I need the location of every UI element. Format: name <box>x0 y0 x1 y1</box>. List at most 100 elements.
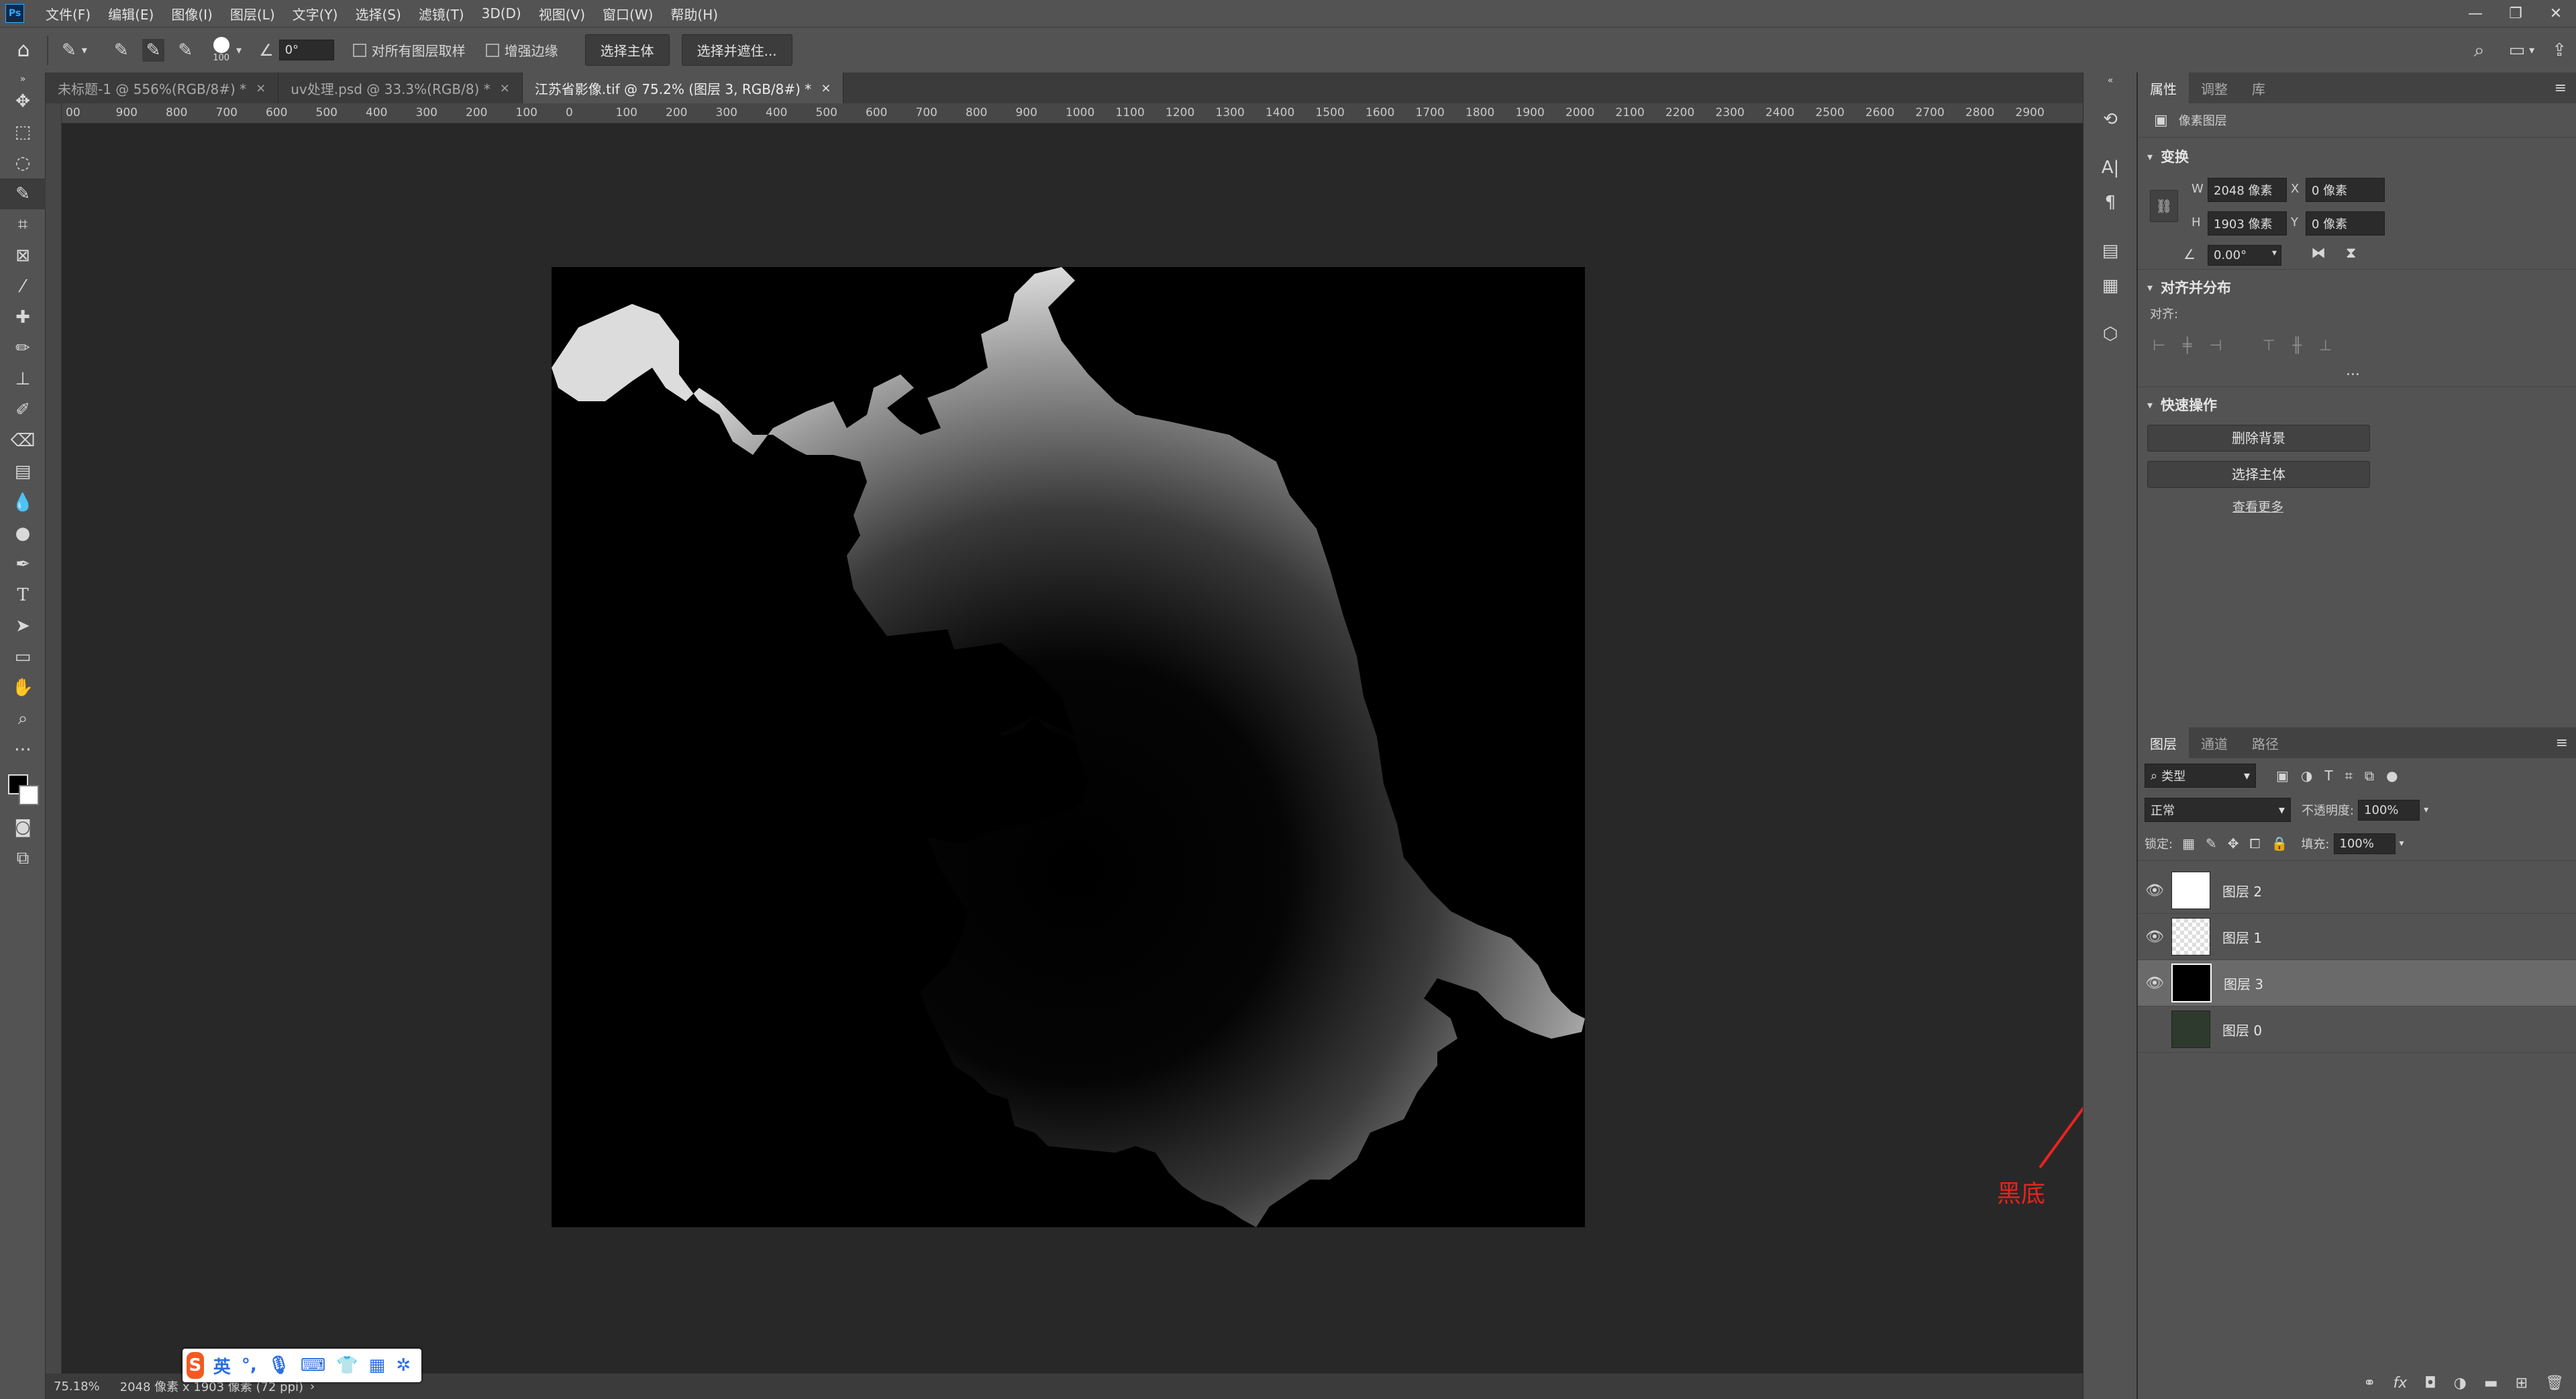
transform-header[interactable]: ▾ 变换 <box>2138 138 2576 175</box>
workspace-icon[interactable]: ▭ <box>2509 40 2526 60</box>
menu-image[interactable]: 图像(I) <box>171 4 213 23</box>
width-field[interactable]: 2048 像素 <box>2208 178 2287 202</box>
gradient-tool-icon[interactable]: ▤ <box>0 456 46 487</box>
tab-untitled[interactable]: 未标题-1 @ 556%(RGB/8#) * × <box>46 72 279 103</box>
horizontal-ruler[interactable]: 00 900 800 700 600 500 400 300 200 100 0 100 200 300 4… <box>62 103 2083 123</box>
skin-icon[interactable]: 👕 <box>336 1355 358 1376</box>
angle-field[interactable]: 0.00° <box>2208 245 2281 266</box>
color-swatches[interactable] <box>0 765 45 812</box>
lock-transparent-icon[interactable]: ▦ <box>2182 835 2195 851</box>
layer-name[interactable]: 图层 3 <box>2224 974 2263 993</box>
menu-3d[interactable]: 3D(D) <box>482 5 521 21</box>
filter-smart-object-icon[interactable]: ⧉ <box>2365 768 2374 784</box>
search-icon[interactable]: ⌕ <box>2474 39 2485 62</box>
adjustment-layer-icon[interactable]: ◑ <box>2454 1375 2467 1392</box>
tab-uv[interactable]: uv处理.psd @ 33.3%(RGB/8) * × <box>278 72 523 103</box>
menu-select[interactable]: 选择(S) <box>355 4 401 23</box>
quick-mask-icon[interactable]: ◙ <box>0 812 46 843</box>
photoshop-logo[interactable]: Ps <box>5 4 24 23</box>
history-icon[interactable]: ⟲ <box>2083 102 2137 137</box>
flip-vertical-icon[interactable]: ⧗ <box>2346 245 2356 262</box>
layer-row-3-selected[interactable]: 👁 图层 3 <box>2138 960 2576 1006</box>
add-selection-icon[interactable]: ✎ <box>142 38 165 62</box>
align-bottom-icon[interactable]: ⊥ <box>2319 338 2332 354</box>
marquee-tool-icon[interactable]: ⬚ <box>0 117 46 148</box>
brush-size-picker[interactable]: 100 <box>213 37 229 63</box>
filter-type-icon[interactable]: T <box>2324 768 2332 784</box>
menu-filter[interactable]: 滤镜(T) <box>419 4 464 23</box>
toolbox-icon[interactable]: ▦ <box>369 1355 386 1376</box>
link-icon[interactable]: ⛓ <box>2150 190 2178 222</box>
layer-name[interactable]: 图层 0 <box>2222 1020 2262 1039</box>
layer-name[interactable]: 图层 2 <box>2222 881 2262 900</box>
sogou-logo-icon[interactable]: S <box>187 1352 204 1379</box>
chevron-down-icon[interactable]: ▾ <box>2272 248 2277 258</box>
close-icon[interactable]: × <box>256 81 266 95</box>
blur-tool-icon[interactable]: 💧 <box>0 487 46 518</box>
close-icon[interactable]: × <box>500 81 510 95</box>
sample-all-layers-checkbox[interactable] <box>352 43 366 57</box>
filter-shape-icon[interactable]: ⌗ <box>2345 768 2353 784</box>
keyboard-icon[interactable]: ⌨ <box>301 1355 326 1376</box>
hand-tool-icon[interactable]: ✋ <box>0 672 46 703</box>
opacity-field[interactable]: 100% <box>2358 799 2420 821</box>
eyedropper-tool-icon[interactable]: ⁄ <box>0 271 46 302</box>
lock-all-icon[interactable]: 🔒 <box>2271 835 2288 851</box>
height-field[interactable]: 1903 像素 <box>2208 211 2287 236</box>
document-canvas[interactable] <box>552 267 1585 1227</box>
collapse-arrows-icon[interactable]: » <box>0 72 46 86</box>
tool-preset-icon[interactable]: ✎ <box>62 40 76 60</box>
paragraph-icon[interactable]: ¶ <box>2083 185 2137 220</box>
screen-mode-icon[interactable]: ⧉ <box>0 843 46 874</box>
ime-language[interactable]: 英 <box>213 1353 231 1378</box>
tab-libraries[interactable]: 库 <box>2240 72 2277 103</box>
notes-icon[interactable]: ▦ <box>2083 268 2137 303</box>
link-layers-icon[interactable]: ⚭ <box>2363 1375 2375 1392</box>
select-subject-panel-button[interactable]: 选择主体 <box>2147 461 2370 488</box>
close-window-icon[interactable]: ✕ <box>2536 5 2576 22</box>
lasso-tool-icon[interactable]: ◌ <box>0 148 46 178</box>
lock-position-icon[interactable]: ✥ <box>2228 835 2239 851</box>
menu-file[interactable]: 文件(F) <box>46 4 91 23</box>
quick-actions-header[interactable]: ▾ 快速操作 <box>2138 387 2576 422</box>
remove-background-button[interactable]: 删除背景 <box>2147 425 2370 452</box>
layer-row-0[interactable]: 👁 图层 0 <box>2138 1006 2576 1053</box>
tab-layers[interactable]: 图层 <box>2138 727 2189 758</box>
align-hcenter-icon[interactable]: ╪ <box>2183 338 2192 354</box>
chevron-down-icon[interactable]: ▾ <box>2424 805 2428 815</box>
zoom-level[interactable]: 75.18% <box>54 1380 100 1394</box>
minimize-icon[interactable]: — <box>2455 5 2495 22</box>
stamp-tool-icon[interactable]: ⊥ <box>0 364 46 395</box>
tab-properties[interactable]: 属性 <box>2138 72 2189 103</box>
share-icon[interactable]: ⇪ <box>2552 40 2567 60</box>
crop-tool-icon[interactable]: ⌗ <box>0 209 46 240</box>
align-header[interactable]: ▾ 对齐并分布 <box>2138 270 2576 305</box>
menu-layer[interactable]: 图层(L) <box>230 4 275 23</box>
enhance-edge-checkbox[interactable] <box>485 43 499 57</box>
y-field[interactable]: 0 像素 <box>2306 211 2385 236</box>
visibility-eye-icon[interactable]: 👁 <box>2138 929 2171 945</box>
see-more-link[interactable]: 查看更多 <box>2138 497 2378 515</box>
shape-tool-icon[interactable]: ▭ <box>0 641 46 672</box>
pen-tool-icon[interactable]: ✒ <box>0 549 46 580</box>
filter-pixel-icon[interactable]: ▣ <box>2276 768 2289 784</box>
brush-tool-icon[interactable]: ✏ <box>0 333 46 364</box>
add-mask-icon[interactable]: ◘ <box>2424 1375 2436 1392</box>
layer-row-1[interactable]: 👁 图层 1 <box>2138 914 2576 960</box>
home-icon[interactable]: ⌂ <box>0 38 47 62</box>
type-tool-icon[interactable]: T <box>0 580 46 611</box>
align-left-icon[interactable]: ⊢ <box>2153 338 2165 354</box>
3d-icon[interactable]: ⬡ <box>2083 317 2137 352</box>
microphone-icon[interactable]: 🎙 <box>268 1355 290 1376</box>
clipboard-icon[interactable]: ▤ <box>2083 234 2137 268</box>
settings-icon[interactable]: ✲ <box>396 1355 411 1376</box>
layer-filter-select[interactable]: ⌕ 类型 ▾ <box>2145 764 2256 788</box>
align-vcenter-icon[interactable]: ╫ <box>2293 338 2302 354</box>
new-group-icon[interactable]: ▬ <box>2484 1375 2498 1392</box>
align-top-icon[interactable]: ⊤ <box>2263 338 2275 354</box>
fill-field[interactable]: 100% <box>2333 833 2395 854</box>
move-tool-icon[interactable]: ✥ <box>0 86 46 117</box>
tab-paths[interactable]: 路径 <box>2240 727 2291 758</box>
zoom-tool-icon[interactable]: ⌕ <box>0 703 46 734</box>
lock-artboard-icon[interactable]: ⧠ <box>2250 835 2261 851</box>
